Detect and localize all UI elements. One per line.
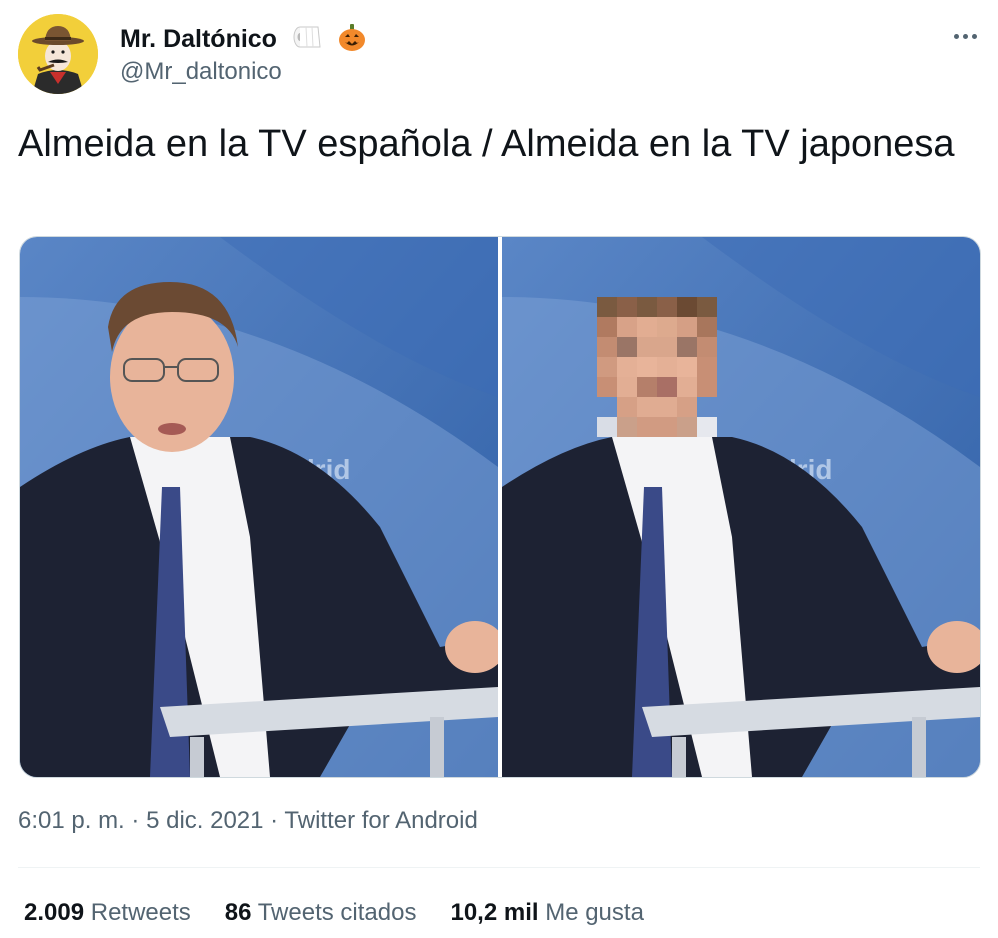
media-photo-right[interactable]: adrid — [502, 237, 980, 777]
quote-tweets-stat[interactable]: 86 Tweets citados — [225, 898, 417, 928]
likes-stat[interactable]: 10,2 mil Me gusta — [450, 898, 643, 928]
tweet-time-link[interactable]: 6:01 p. m. · 5 dic. 2021 — [18, 807, 264, 834]
retweets-label: Retweets — [90, 899, 191, 926]
retweets-stat[interactable]: 2.009 Retweets — [24, 898, 191, 928]
more-dot-icon — [953, 33, 959, 39]
tweet-timestamp: 6:01 p. m. · 5 dic. 2021 · Twitter for A… — [18, 806, 478, 836]
tweet-date: 5 dic. 2021 — [146, 807, 264, 834]
more-options-button[interactable] — [950, 26, 980, 46]
more-dot-icon — [971, 33, 977, 39]
retweets-count: 2.009 — [24, 899, 85, 926]
man-in-suit-pixelated-photo: adrid — [502, 237, 980, 777]
quotes-label: Tweets citados — [257, 899, 417, 926]
tweet-text: Almeida en la TV española / Almeida en l… — [18, 123, 955, 165]
tweet-time: 6:01 p. m. — [18, 807, 125, 834]
tweet-media[interactable]: adrid — [19, 236, 981, 778]
media-photo-left[interactable]: adrid — [20, 237, 498, 777]
tweet-stats: 2.009 Retweets 86 Tweets citados 10,2 mi… — [24, 898, 644, 928]
man-in-suit-photo: adrid — [20, 237, 498, 777]
separator-dot: · — [131, 807, 140, 834]
author-display-name[interactable]: Mr. Daltónico — [120, 22, 367, 59]
quotes-count: 86 — [224, 899, 252, 926]
avatar-cowboy-icon — [18, 14, 98, 94]
likes-label: Me gusta — [545, 899, 644, 926]
jack-o-lantern-icon — [337, 22, 367, 59]
likes-count: 10,2 mil — [450, 899, 539, 926]
toilet-paper-icon — [292, 24, 322, 57]
more-dot-icon — [962, 33, 968, 39]
tweet-source-link[interactable]: Twitter for Android — [284, 807, 477, 834]
separator-dot: · — [270, 807, 279, 834]
author-handle[interactable]: @Mr_daltonico — [120, 57, 282, 87]
divider — [18, 867, 980, 868]
author-name-text: Mr. Daltónico — [120, 25, 277, 54]
avatar[interactable] — [18, 14, 98, 94]
